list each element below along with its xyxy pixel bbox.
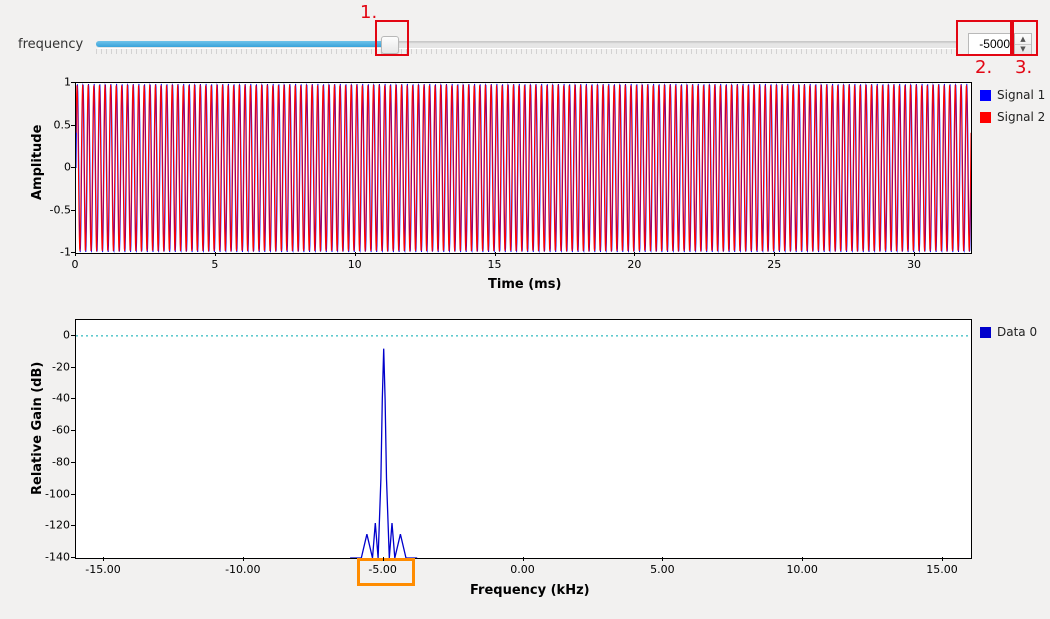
xtick: 10: [348, 258, 362, 271]
xtick: 15: [488, 258, 502, 271]
legend-swatch: [980, 90, 991, 101]
slider-thumb[interactable]: [381, 36, 399, 54]
xtick: -5.00: [368, 563, 396, 576]
freq-xlabel: Frequency (kHz): [470, 583, 590, 598]
frequency-control-row: frequency ▲ ▼: [18, 28, 1032, 60]
xtick: -10.00: [225, 563, 260, 576]
xtick: 5.00: [650, 563, 675, 576]
legend-label: Signal 2: [997, 110, 1045, 124]
xtick: 10.00: [786, 563, 818, 576]
slider-ticks: [96, 49, 958, 54]
legend-item-data0: Data 0: [980, 325, 1037, 339]
spin-down-button[interactable]: ▼: [1015, 45, 1031, 55]
annotation-label-2: 2.: [975, 57, 992, 78]
legend-item-signal1: Signal 1: [980, 88, 1045, 102]
frequency-label: frequency: [18, 37, 86, 52]
ytick: 0: [40, 328, 70, 341]
xtick: 0.00: [510, 563, 535, 576]
frequency-input[interactable]: [968, 33, 1014, 55]
time-ylabel: Amplitude: [30, 125, 45, 200]
legend-swatch: [980, 112, 991, 123]
ytick: 1: [45, 76, 71, 89]
legend-label: Signal 1: [997, 88, 1045, 102]
xtick: 15.00: [926, 563, 958, 576]
freq-ylabel: Relative Gain (dB): [30, 362, 45, 495]
spin-up-button[interactable]: ▲: [1015, 34, 1031, 45]
xtick: 25: [767, 258, 781, 271]
annotation-label-3: 3.: [1015, 57, 1032, 78]
ytick: -1: [45, 246, 71, 259]
frequency-slider[interactable]: [96, 34, 958, 54]
ytick: -0.5: [45, 203, 71, 216]
time-xlabel: Time (ms): [488, 277, 561, 292]
legend-swatch: [980, 327, 991, 338]
legend-item-signal2: Signal 2: [980, 110, 1045, 124]
freq-domain-plot-area: [76, 320, 971, 558]
ytick: -140: [40, 551, 70, 564]
xtick: 30: [907, 258, 921, 271]
frequency-spinbox: ▲ ▼: [968, 33, 1032, 55]
frequency-stepper: ▲ ▼: [1014, 33, 1032, 55]
time-legend: Signal 1 Signal 2: [980, 88, 1045, 132]
xtick: 20: [627, 258, 641, 271]
freq-domain-chart: [75, 319, 972, 559]
xtick: 5: [211, 258, 218, 271]
annotation-label-1: 1.: [360, 2, 377, 23]
xtick: -15.00: [85, 563, 120, 576]
freq-legend: Data 0: [980, 325, 1037, 347]
time-domain-chart: [75, 82, 972, 254]
time-domain-plot-area: [76, 83, 971, 253]
page-root: frequency ▲ ▼ 1. 2. 3. -1 -0.5 0 0.5 1 0 5 10 1…: [0, 0, 1050, 619]
ytick: 0: [45, 161, 71, 174]
legend-label: Data 0: [997, 325, 1037, 339]
ytick: 0.5: [45, 118, 71, 131]
ytick: -120: [40, 519, 70, 532]
slider-fill: [96, 41, 389, 47]
xtick: 0: [72, 258, 79, 271]
